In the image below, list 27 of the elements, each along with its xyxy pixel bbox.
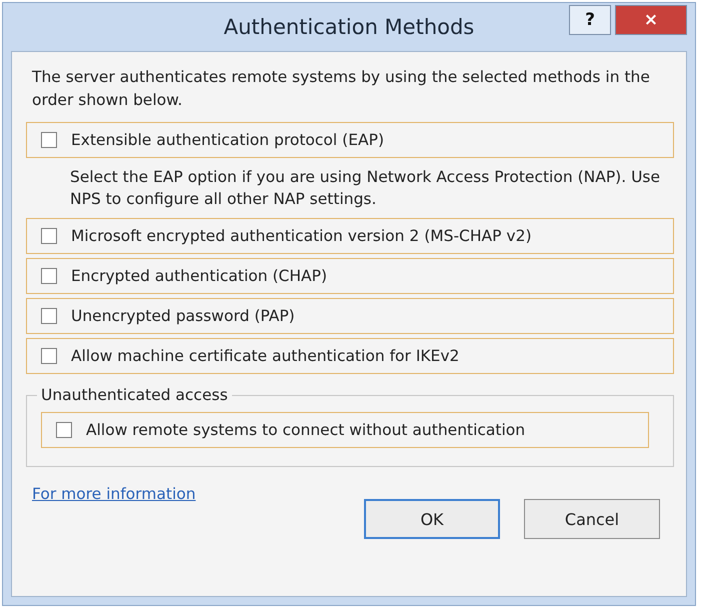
checkbox[interactable]	[41, 268, 57, 284]
help-button[interactable]: ?	[569, 5, 611, 35]
dialog-button[interactable]: OK	[364, 499, 500, 539]
checkbox-row[interactable]: Microsoft encrypted authentication version 2 (MS-CHAP v2)	[26, 218, 674, 254]
checkbox[interactable]	[41, 348, 57, 364]
checkbox-row[interactable]: Allow machine certificate authentication for IKEv2	[26, 338, 674, 374]
checkbox-label: Extensible authentication protocol (EAP)	[71, 131, 384, 149]
checkbox-label: Unencrypted password (PAP)	[71, 307, 295, 325]
window-title: Authentication Methods	[224, 15, 474, 39]
checkbox[interactable]	[41, 132, 57, 148]
checkbox-row[interactable]: Extensible authentication protocol (EAP)	[26, 122, 674, 158]
checkbox[interactable]	[56, 422, 72, 438]
checkbox-label: Encrypted authentication (CHAP)	[71, 267, 328, 285]
checkbox-label: Allow machine certificate authentication for IKEv2	[71, 347, 460, 365]
checkbox-row[interactable]: Unencrypted password (PAP)	[26, 298, 674, 334]
checkbox-row[interactable]: Encrypted authentication (CHAP)	[26, 258, 674, 294]
group-title: Unauthenticated access	[40, 386, 229, 404]
dialog-button[interactable]: Cancel	[524, 499, 660, 539]
checkbox-row[interactable]: Allow remote systems to connect without authentication	[41, 412, 649, 448]
checkbox-label: Microsoft encrypted authentication version 2 (MS-CHAP v2)	[71, 227, 532, 245]
close-button[interactable]: ×	[615, 5, 687, 35]
more-info-link[interactable]: For more information	[32, 485, 196, 503]
checkbox[interactable]	[41, 228, 57, 244]
checkbox-label: Allow remote systems to connect without authentication	[86, 421, 526, 439]
note-text: Select the EAP option if you are using Network Access Protection (NAP). Use NPS to configure all other NAP settings.	[70, 167, 662, 210]
intro-text: The server authenticates remote systems by using the selected methods in the order shown below.	[32, 67, 651, 111]
checkbox[interactable]	[41, 308, 57, 324]
